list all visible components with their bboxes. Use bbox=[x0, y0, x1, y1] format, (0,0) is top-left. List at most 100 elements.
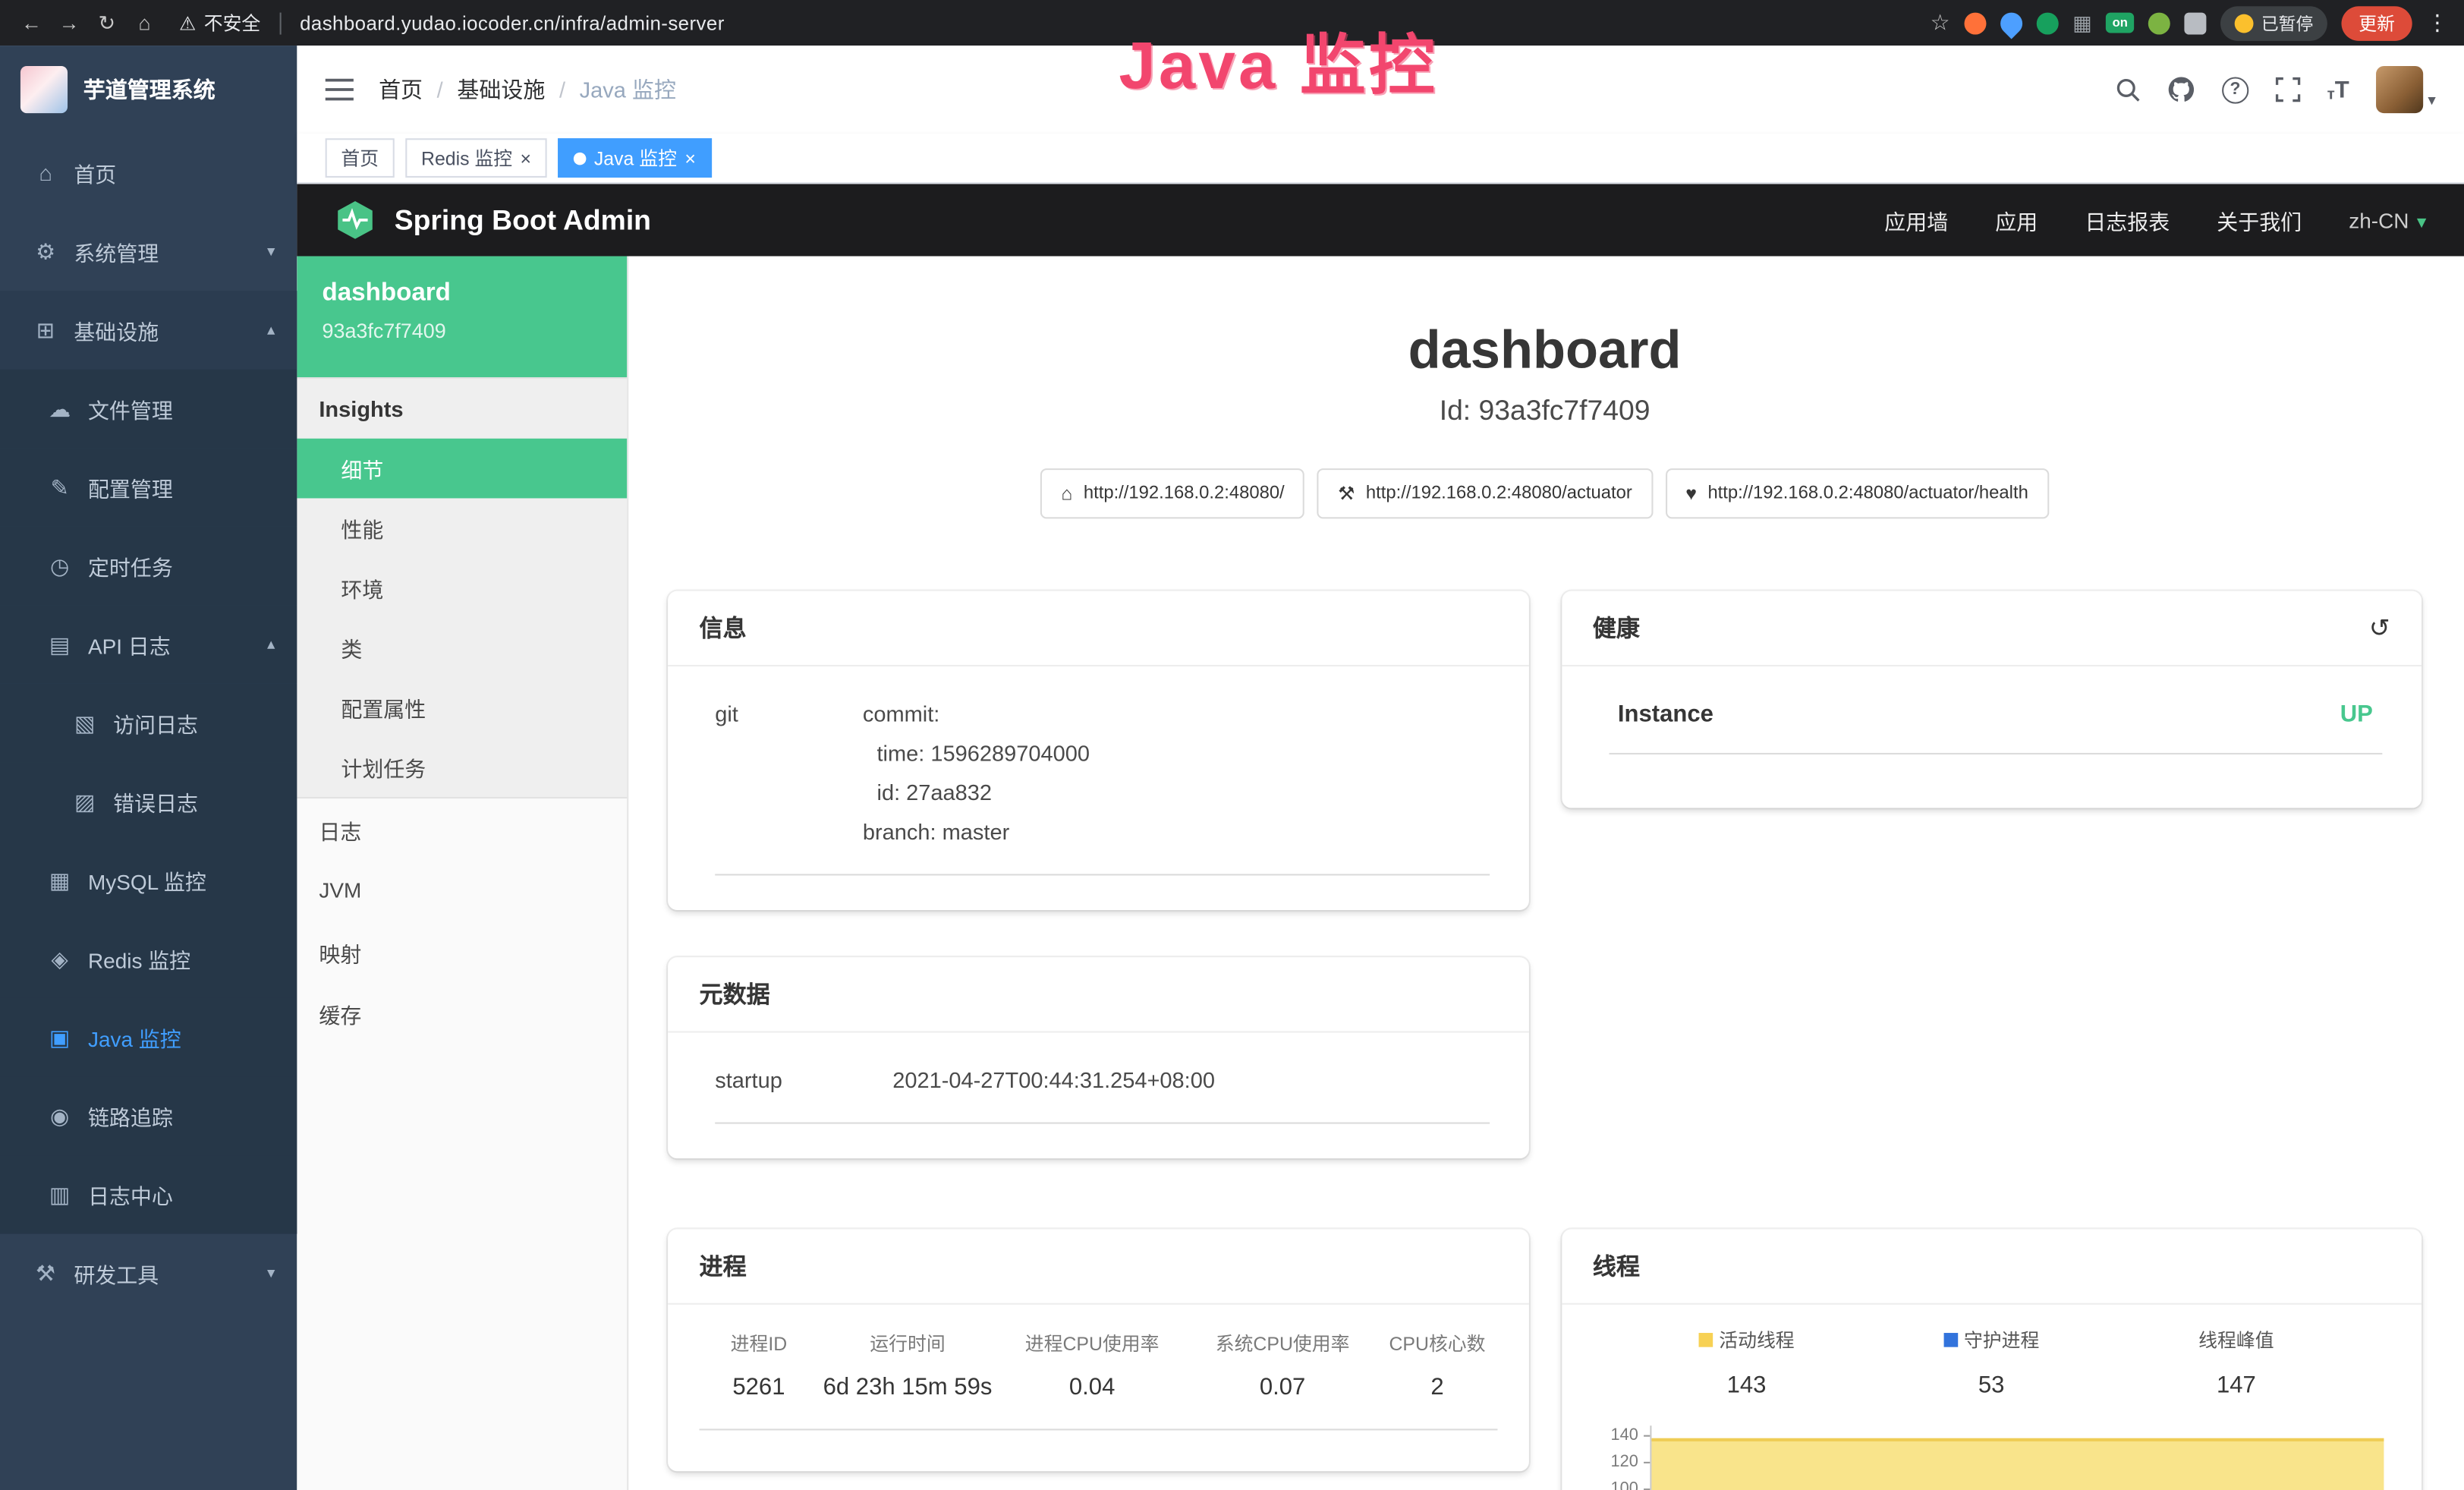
active-dot-icon bbox=[574, 152, 587, 165]
instance-id: 93a3fc7f7409 bbox=[323, 319, 603, 342]
sba-item-environment[interactable]: 环境 bbox=[297, 558, 627, 618]
sidebar-item-infrastructure[interactable]: 基础设施 bbox=[0, 291, 297, 370]
info-row-git: git commit: time: 1596289704000 id: 27aa… bbox=[715, 695, 1489, 875]
sba-item-classes[interactable]: 类 bbox=[297, 618, 627, 678]
tags-view-bar: 首页 Redis 监控 Java 监控 bbox=[297, 134, 2464, 184]
github-icon[interactable] bbox=[2167, 75, 2195, 103]
app-logo[interactable]: 芋道管理系统 bbox=[0, 46, 297, 134]
browser-home-icon[interactable] bbox=[129, 7, 160, 38]
fullscreen-icon[interactable] bbox=[2275, 77, 2300, 102]
sidebar-item-api-log[interactable]: API 日志 bbox=[0, 605, 297, 684]
legend-peak-threads: 线程峰值 147 bbox=[2114, 1327, 2359, 1399]
sba-nav-about[interactable]: 关于我们 bbox=[2217, 204, 2302, 235]
sidebar-item-system-manage[interactable]: 系统管理 bbox=[0, 213, 297, 291]
sba-sidebar: dashboard 93a3fc7f7409 Insights 细节 性能 环境… bbox=[297, 257, 628, 1490]
extension-y-icon[interactable] bbox=[2037, 12, 2059, 34]
sidebar-item-java-monitor[interactable]: Java 监控 bbox=[0, 998, 297, 1077]
chart-y-axis: 140 120 100 bbox=[1583, 1421, 1649, 1490]
bookmark-star-icon[interactable] bbox=[1931, 8, 1950, 36]
sba-item-caches[interactable]: 缓存 bbox=[297, 982, 627, 1044]
forward-icon[interactable] bbox=[53, 7, 84, 38]
actuator-url-link[interactable]: http://192.168.0.2:48080/actuator bbox=[1317, 468, 1653, 518]
page-title: dashboard bbox=[668, 319, 2422, 382]
health-card-body: Instance UP bbox=[1561, 666, 2422, 808]
extension-drop-icon[interactable] bbox=[1996, 8, 2027, 39]
chevron-down-icon bbox=[2417, 208, 2426, 232]
sba-brand-title[interactable]: Spring Boot Admin bbox=[395, 203, 651, 236]
sba-item-config-props[interactable]: 配置属性 bbox=[297, 678, 627, 738]
breadcrumb-infrastructure[interactable]: 基础设施 bbox=[423, 74, 545, 105]
extension-on-badge[interactable]: on bbox=[2106, 13, 2134, 33]
info-value: commit: time: 1596289704000 id: 27aa832 … bbox=[863, 695, 1489, 852]
hamburger-icon[interactable] bbox=[326, 77, 354, 102]
sidebar-item-log-center[interactable]: 日志中心 bbox=[0, 1155, 297, 1234]
legend-daemon-threads: 守护进程 53 bbox=[1869, 1327, 2114, 1399]
service-url-link[interactable]: http://192.168.0.2:48080/ bbox=[1040, 468, 1304, 518]
tools-icon bbox=[31, 1260, 59, 1287]
sba-nav-wallboard[interactable]: 应用墙 bbox=[1884, 204, 1948, 235]
sba-item-details[interactable]: 细节 bbox=[297, 439, 627, 499]
font-size-icon[interactable] bbox=[2327, 76, 2349, 102]
browser-menu-icon[interactable] bbox=[2426, 8, 2448, 36]
sba-item-jvm[interactable]: JVM bbox=[297, 860, 627, 921]
close-icon[interactable] bbox=[684, 147, 696, 169]
sidebar-item-access-log[interactable]: 访问日志 bbox=[0, 684, 297, 763]
search-icon[interactable] bbox=[2115, 77, 2140, 102]
close-icon[interactable] bbox=[520, 147, 531, 169]
reload-icon[interactable] bbox=[91, 7, 122, 38]
sidebar-item-redis-monitor[interactable]: Redis 监控 bbox=[0, 919, 297, 998]
extension-leaf-icon[interactable] bbox=[2148, 12, 2170, 34]
card-row-1: 信息 git commit: time: 1596289704000 bbox=[668, 591, 2422, 910]
paused-label: 已暂停 bbox=[2261, 10, 2313, 35]
sidebar-item-scheduled-jobs[interactable]: 定时任务 bbox=[0, 527, 297, 606]
back-icon[interactable] bbox=[16, 7, 47, 38]
history-icon[interactable] bbox=[2369, 613, 2390, 644]
document-icon bbox=[71, 710, 99, 736]
legend-live-threads: 活动线程 143 bbox=[1624, 1327, 1869, 1399]
edit-icon bbox=[46, 474, 74, 500]
instance-header[interactable]: dashboard 93a3fc7f7409 bbox=[297, 257, 627, 377]
card-row-2: 元数据 startup 2021-04-27T00:44:31.254+08:0… bbox=[668, 957, 2422, 1158]
sba-nav-journal[interactable]: 日志报表 bbox=[2085, 204, 2170, 235]
breadcrumb-home[interactable]: 首页 bbox=[379, 74, 423, 105]
health-instance-row[interactable]: Instance UP bbox=[1608, 695, 2382, 754]
chart-plot-area bbox=[1649, 1425, 2399, 1490]
update-button[interactable]: 更新 bbox=[2341, 5, 2412, 40]
live-threads-area bbox=[1651, 1438, 2384, 1490]
card-rows: 信息 git commit: time: 1596289704000 bbox=[668, 591, 2422, 1490]
java-monitor-icon bbox=[46, 1024, 74, 1051]
sba-header: Spring Boot Admin 应用墙 应用 日志报表 关于我们 zh-CN bbox=[297, 184, 2464, 256]
paused-badge[interactable]: 已暂停 bbox=[2220, 5, 2327, 40]
user-menu[interactable] bbox=[2376, 66, 2436, 113]
health-url-link[interactable]: http://192.168.0.2:48080/actuator/health bbox=[1665, 468, 2048, 518]
sba-item-logs[interactable]: 日志 bbox=[297, 799, 627, 860]
sba-item-metrics[interactable]: 性能 bbox=[297, 498, 627, 558]
extension-fox-icon[interactable] bbox=[1964, 12, 1986, 34]
chrome-toolbar: on 已暂停 更新 bbox=[1931, 5, 2449, 40]
address-bar[interactable]: dashboard.yudao.iocoder.cn/infra/admin-s… bbox=[300, 12, 1924, 34]
sba-body: dashboard 93a3fc7f7409 Insights 细节 性能 环境… bbox=[297, 257, 2464, 1490]
metadata-value: 2021-04-27T00:44:31.254+08:00 bbox=[892, 1061, 1489, 1101]
process-card-body: 进程ID 5261 运行时间 6d 23h 15m 59s bbox=[668, 1305, 1528, 1472]
extension-grid-icon[interactable] bbox=[2072, 10, 2091, 35]
sidebar-item-dev-tools[interactable]: 研发工具 bbox=[0, 1234, 297, 1313]
sba-item-mappings[interactable]: 映射 bbox=[297, 921, 627, 982]
help-icon[interactable]: ? bbox=[2222, 76, 2248, 102]
sba-item-scheduled-tasks[interactable]: 计划任务 bbox=[297, 737, 627, 797]
tab-redis-monitor[interactable]: Redis 监控 bbox=[405, 138, 546, 178]
info-card: 信息 git commit: time: 1596289704000 bbox=[668, 591, 1528, 910]
divider bbox=[279, 12, 281, 34]
sidebar-item-file-manage[interactable]: 文件管理 bbox=[0, 370, 297, 449]
sidebar-item-config-manage[interactable]: 配置管理 bbox=[0, 448, 297, 527]
instance-name: dashboard bbox=[323, 280, 603, 308]
sidebar-item-error-log[interactable]: 错误日志 bbox=[0, 762, 297, 841]
sidebar-item-home[interactable]: 首页 bbox=[0, 134, 297, 213]
sidebar-item-mysql-monitor[interactable]: MySQL 监控 bbox=[0, 841, 297, 920]
sba-nav-applications[interactable]: 应用 bbox=[1995, 204, 2038, 235]
security-warning[interactable]: 不安全 bbox=[179, 9, 260, 36]
tab-home[interactable]: 首页 bbox=[326, 138, 395, 178]
extensions-puzzle-icon[interactable] bbox=[2184, 12, 2206, 34]
locale-select[interactable]: zh-CN bbox=[2349, 208, 2426, 232]
tab-java-monitor[interactable]: Java 监控 bbox=[558, 138, 711, 178]
sidebar-item-trace[interactable]: 链路追踪 bbox=[0, 1076, 297, 1155]
